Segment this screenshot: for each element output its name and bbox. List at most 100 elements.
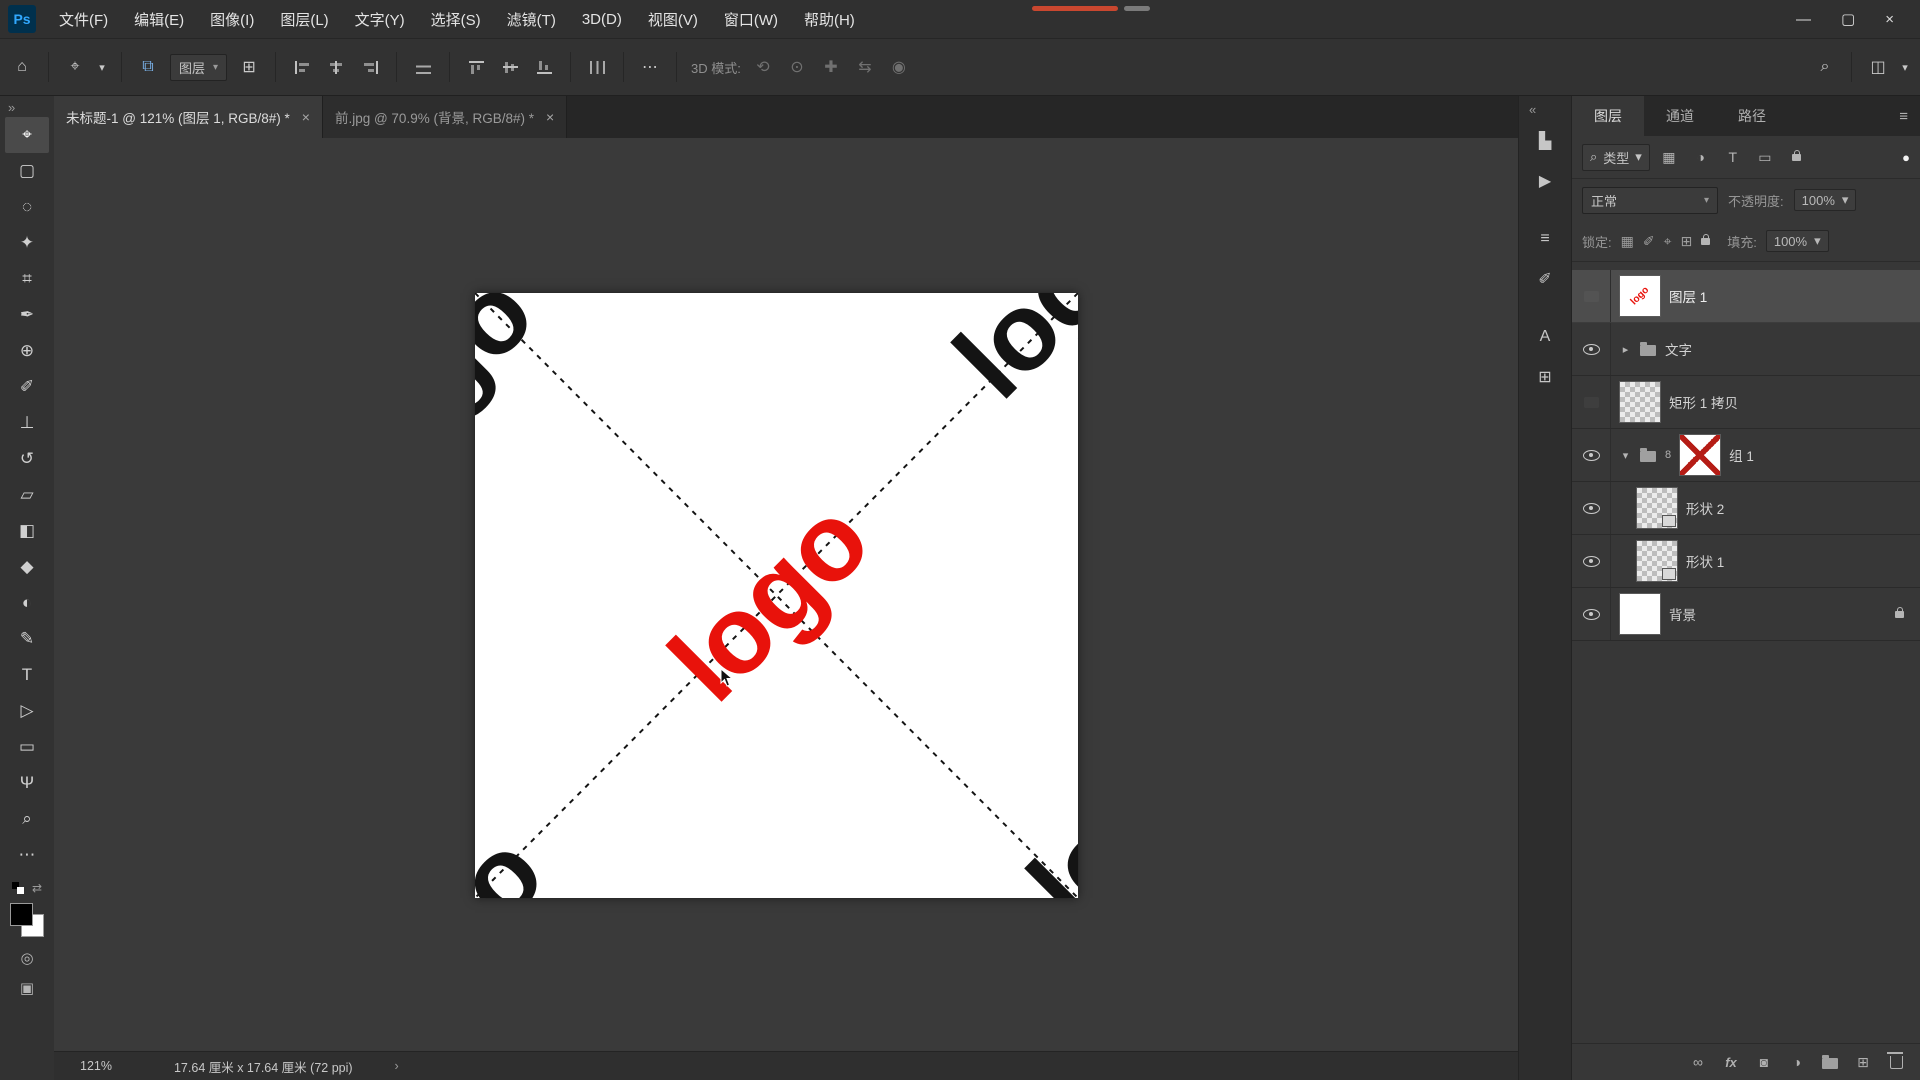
current-tool-icon[interactable]: ⌖ <box>63 54 87 80</box>
threed-orbit-icon[interactable]: ⟲ <box>751 54 775 80</box>
delete-layer-icon[interactable] <box>1886 1052 1904 1069</box>
menu-image[interactable]: 图像(I) <box>197 0 267 38</box>
brush-tool[interactable]: ✐ <box>5 369 49 405</box>
character-panel-button[interactable]: A <box>1524 317 1566 357</box>
hand-tool[interactable]: Ψ <box>5 765 49 801</box>
layer-row-group1[interactable]: ▾ 8 组 1 <box>1572 429 1920 482</box>
quick-select-tool[interactable]: ✦ <box>5 225 49 261</box>
move-tool[interactable]: ⌖ <box>5 117 49 153</box>
filter-pixel-layers-icon[interactable]: ▦ <box>1656 145 1682 169</box>
history-brush-tool[interactable]: ↺ <box>5 441 49 477</box>
visibility-toggle[interactable] <box>1572 535 1611 587</box>
pen-tool[interactable]: ✎ <box>5 621 49 657</box>
tab-paths[interactable]: 路径 <box>1716 96 1788 136</box>
marquee-tool[interactable]: ▢ <box>5 153 49 189</box>
new-group-icon[interactable] <box>1822 1055 1838 1069</box>
screen-mode-icon[interactable]: ▣ <box>20 979 34 997</box>
document-tab-front-jpg[interactable]: 前.jpg @ 70.9% (背景, RGB/8#) * × <box>322 96 568 138</box>
canvas-viewport[interactable]: logo logo logo logo logo <box>54 138 1518 1051</box>
foreground-color-swatch[interactable] <box>10 903 33 926</box>
home-icon[interactable]: ⌂ <box>10 54 34 80</box>
type-tool[interactable]: T <box>5 657 49 693</box>
quick-mask-icon[interactable]: ◎ <box>20 949 33 967</box>
visibility-toggle[interactable] <box>1572 429 1611 481</box>
filter-smart-objects-icon[interactable] <box>1784 145 1810 169</box>
layer-thumbnail[interactable] <box>1637 541 1677 581</box>
visibility-toggle[interactable] <box>1572 323 1611 375</box>
blend-mode-dropdown[interactable]: 正常 ▾ <box>1582 186 1718 214</box>
zoom-level-field[interactable]: 121% <box>80 1059 112 1073</box>
filter-toggle-icon[interactable]: ● <box>1902 150 1910 165</box>
tools-expand-icon[interactable]: » <box>0 96 15 117</box>
path-select-tool[interactable]: ▷ <box>5 693 49 729</box>
menu-select[interactable]: 选择(S) <box>418 0 494 38</box>
eraser-tool[interactable]: ▱ <box>5 477 49 513</box>
link-layers-icon[interactable]: ∞ <box>1690 1054 1706 1070</box>
dodge-tool[interactable]: ◐ <box>5 585 49 621</box>
actions-panel-button[interactable]: ▶ <box>1524 161 1566 201</box>
histogram-panel-button[interactable]: ▙ <box>1524 121 1566 161</box>
align-center-h-icon[interactable] <box>324 54 348 80</box>
status-options-chevron-icon[interactable]: › <box>395 1059 399 1073</box>
align-bottom-icon[interactable] <box>532 54 556 80</box>
clone-stamp-tool[interactable]: ⊥ <box>5 405 49 441</box>
threed-pan-icon[interactable]: ✚ <box>819 54 843 80</box>
layer-row-background[interactable]: 背景 <box>1572 588 1920 641</box>
default-colors-icon[interactable] <box>11 882 24 894</box>
lock-artboard-icon[interactable]: ⊞ <box>1680 233 1692 250</box>
close-button[interactable]: × <box>1885 11 1894 28</box>
fill-field[interactable]: 100% ▾ <box>1765 230 1829 252</box>
menu-layer[interactable]: 图层(L) <box>267 0 341 38</box>
close-icon[interactable]: × <box>546 109 554 125</box>
layer-thumbnail[interactable] <box>1620 382 1660 422</box>
filter-type-layers-icon[interactable]: T <box>1720 145 1746 169</box>
tab-layers[interactable]: 图层 <box>1572 96 1644 136</box>
layer-thumbnail[interactable] <box>1637 488 1677 528</box>
auto-select-icon[interactable]: ⧉ <box>136 54 160 80</box>
eyedropper-tool[interactable]: ✒ <box>5 297 49 333</box>
lock-position-icon[interactable]: ⌖ <box>1664 233 1672 250</box>
menu-window[interactable]: 窗口(W) <box>711 0 791 38</box>
brush-settings-panel-button[interactable]: ✐ <box>1524 259 1566 299</box>
crop-tool[interactable]: ⌗ <box>5 261 49 297</box>
expand-panels-icon[interactable]: « <box>1519 96 1536 121</box>
adjustment-layer-icon[interactable]: ◑ <box>1789 1054 1805 1070</box>
close-icon[interactable]: × <box>302 109 310 125</box>
libraries-panel-button[interactable]: ⊞ <box>1524 357 1566 397</box>
group-expander-icon[interactable]: ▾ <box>1620 449 1631 462</box>
photoshop-logo[interactable]: Ps <box>8 5 36 33</box>
threed-scale-icon[interactable]: ◉ <box>887 54 911 80</box>
menu-filter[interactable]: 滤镜(T) <box>494 0 569 38</box>
visibility-toggle[interactable] <box>1572 482 1611 534</box>
align-right-icon[interactable] <box>358 54 382 80</box>
transform-controls-icon[interactable]: ⊞ <box>237 54 261 80</box>
lock-paint-icon[interactable]: ✐ <box>1643 233 1655 250</box>
healing-brush-tool[interactable]: ⊕ <box>5 333 49 369</box>
visibility-toggle[interactable] <box>1572 376 1611 428</box>
filter-adjustment-layers-icon[interactable]: ◑ <box>1688 145 1714 169</box>
layer-row-layer1[interactable]: logo 图层 1 <box>1572 270 1920 323</box>
layer-row-shape2[interactable]: 形状 2 <box>1572 482 1920 535</box>
search-icon[interactable]: ⌕ <box>1813 54 1837 80</box>
visibility-toggle[interactable] <box>1572 588 1611 640</box>
tool-preset-caret-icon[interactable]: ▾ <box>97 54 107 80</box>
zoom-tool[interactable]: ⌕ <box>5 801 49 837</box>
properties-panel-button[interactable]: ≡ <box>1524 219 1566 259</box>
lock-transparent-icon[interactable]: ▦ <box>1621 233 1634 250</box>
minimize-button[interactable]: — <box>1796 11 1811 28</box>
threed-roll-icon[interactable]: ⊙ <box>785 54 809 80</box>
gradient-tool[interactable]: ◧ <box>5 513 49 549</box>
menu-3d[interactable]: 3D(D) <box>569 0 635 38</box>
distribute-v-icon[interactable] <box>411 54 435 80</box>
lock-all-icon[interactable] <box>1701 233 1711 245</box>
layer-thumbnail[interactable] <box>1620 594 1660 634</box>
panel-menu-icon[interactable]: ≡ <box>1899 96 1920 136</box>
distribute-h-icon[interactable] <box>585 54 609 80</box>
tab-channels[interactable]: 通道 <box>1644 96 1716 136</box>
threed-slide-icon[interactable]: ⇆ <box>853 54 877 80</box>
workspace-icon[interactable]: ◫ <box>1866 54 1890 80</box>
filter-kind-dropdown[interactable]: ⌕ 类型 ▾ <box>1582 143 1650 171</box>
layer-style-icon[interactable]: fx <box>1723 1055 1739 1070</box>
menu-edit[interactable]: 编辑(E) <box>121 0 197 38</box>
layer-row-text-group[interactable]: ▸ 文字 <box>1572 323 1920 376</box>
